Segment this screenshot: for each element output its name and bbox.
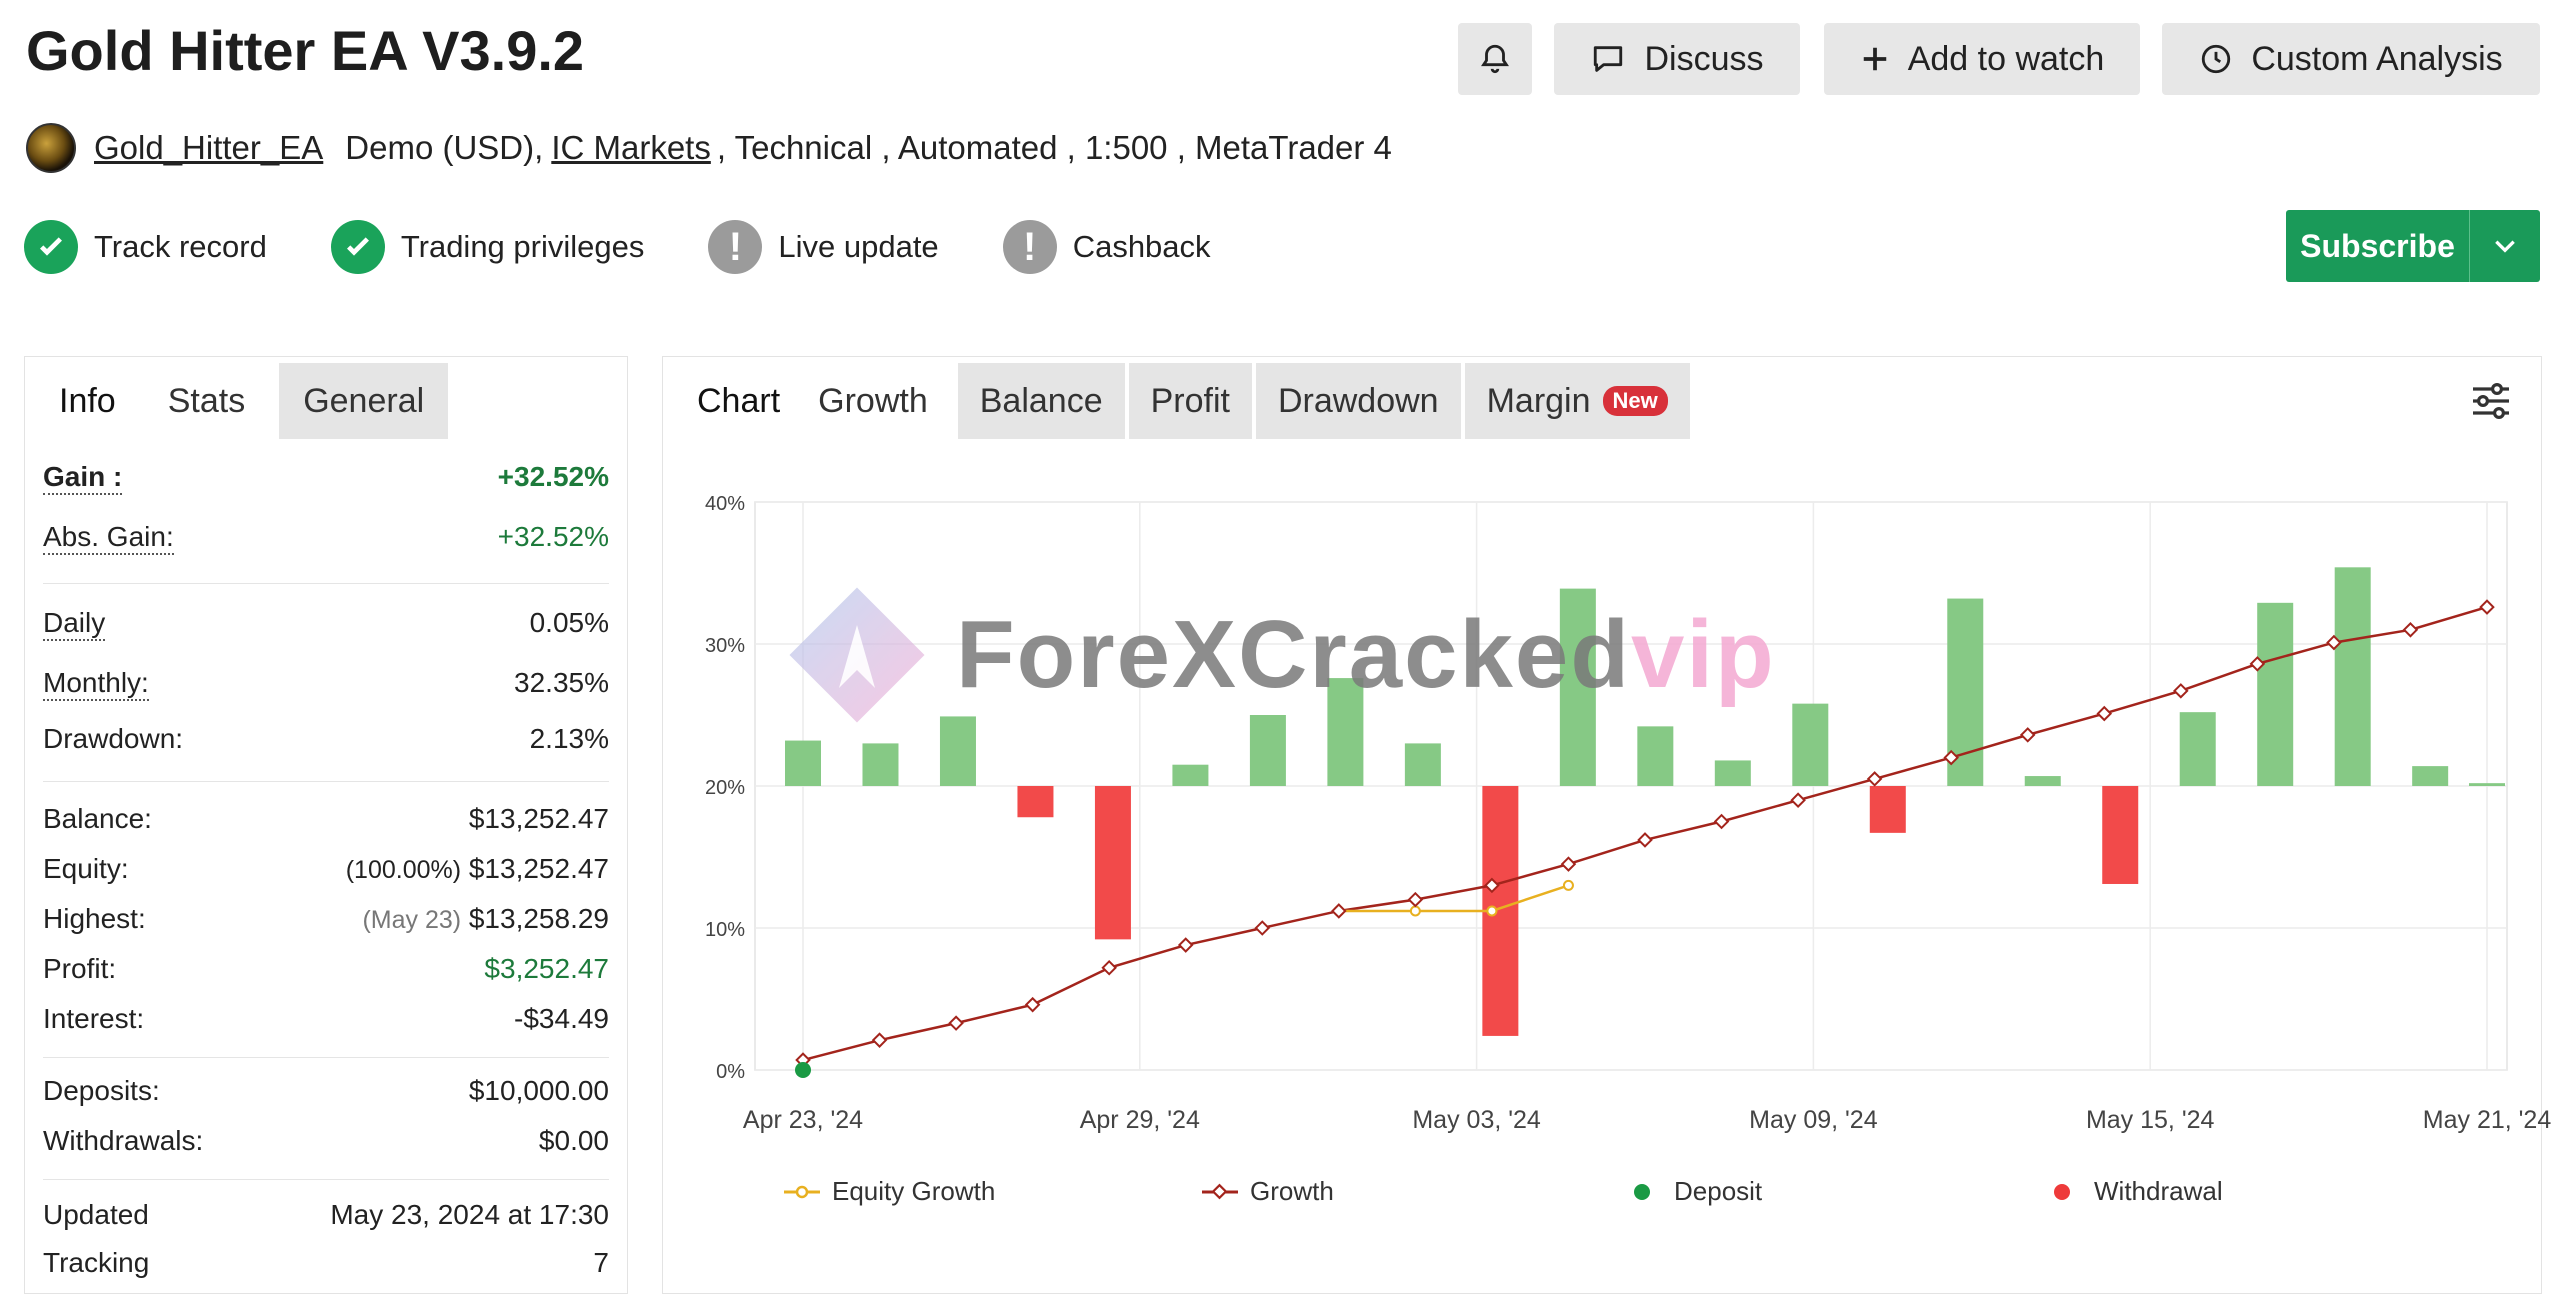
growth-point [1713,813,1730,830]
legend-label: Growth [1250,1176,1334,1206]
profit-bar [2179,712,2216,786]
equity-line-icon [784,1185,820,1198]
watermark-text-3: vip [1630,601,1776,708]
profit-bar [1637,726,1674,786]
loss-bar [1094,786,1131,940]
profit-bar [785,740,821,786]
deposit-point [795,1062,811,1078]
growth-point [1637,832,1653,848]
growth-point [2096,705,2113,722]
watermark-text-1: ForeX [956,601,1239,708]
legend-growth[interactable]: Growth [1200,1176,1334,1207]
profit-bar [1792,703,1829,786]
profit-bar [1172,764,1209,786]
watermark: ForeX Cracked vip [782,580,1776,730]
profit-bar [2334,567,2371,786]
profit-bar [2024,776,2061,786]
equity-point [1562,879,1574,891]
growth-point [1254,920,1271,936]
watermark-logo-icon [789,587,925,723]
equity-growth-line [1338,884,1569,913]
legend-label: Withdrawal [2094,1176,2223,1206]
x-tick-label: May 09, '24 [1749,1106,1878,1134]
growth-point [1560,856,1577,872]
x-tick-label: Apr 29, '24 [1080,1106,1200,1134]
growth-point [1790,792,1806,808]
loss-bar [1869,786,1906,833]
x-tick-label: May 21, '24 [2423,1106,2552,1134]
y-tick-label: 10% [705,919,745,941]
legend-equity-growth[interactable]: Equity Growth [782,1176,995,1207]
growth-point [1407,891,1424,908]
deposit-dot-icon [1634,1183,1650,1200]
loss-bar [1017,786,1054,818]
withdrawal-dot-icon [2054,1183,2070,1200]
profit-bar [862,743,899,786]
equity-point [1409,905,1421,917]
profit-bar [2412,766,2449,786]
profit-bar [2257,602,2294,786]
loss-bar [2102,786,2139,884]
growth-point [1177,937,1194,953]
legend-deposit[interactable]: Deposit [1630,1176,1762,1207]
y-tick-label: 20% [705,777,745,799]
watermark-text-2: Cracked [1238,601,1631,708]
growth-point [2173,683,2189,699]
growth-line-icon [1202,1183,1238,1199]
growth-point [1331,903,1347,919]
growth-point [2479,599,2495,615]
x-tick-label: May 03, '24 [1412,1106,1541,1134]
growth-point [1866,771,1883,787]
growth-point [948,1015,964,1031]
y-tick-label: 30% [705,635,745,657]
x-tick-label: May 15, '24 [2086,1106,2215,1134]
legend-withdrawal[interactable]: Withdrawal [2050,1176,2223,1207]
equity-point [1486,905,1498,917]
legend-label: Equity Growth [832,1176,996,1206]
y-tick-label: 40% [705,493,745,515]
profit-bar [1714,760,1751,786]
legend-label: Deposit [1674,1176,1763,1206]
profit-bar [2469,783,2505,786]
profit-bar [1404,743,1441,786]
x-tick-label: Apr 23, '24 [743,1106,863,1134]
y-tick-label: 0% [716,1061,745,1083]
growth-point [871,1032,888,1048]
growth-point [2402,622,2419,638]
growth-point [1101,959,1117,976]
growth-point [1024,996,1041,1013]
growth-point [2019,727,2036,743]
